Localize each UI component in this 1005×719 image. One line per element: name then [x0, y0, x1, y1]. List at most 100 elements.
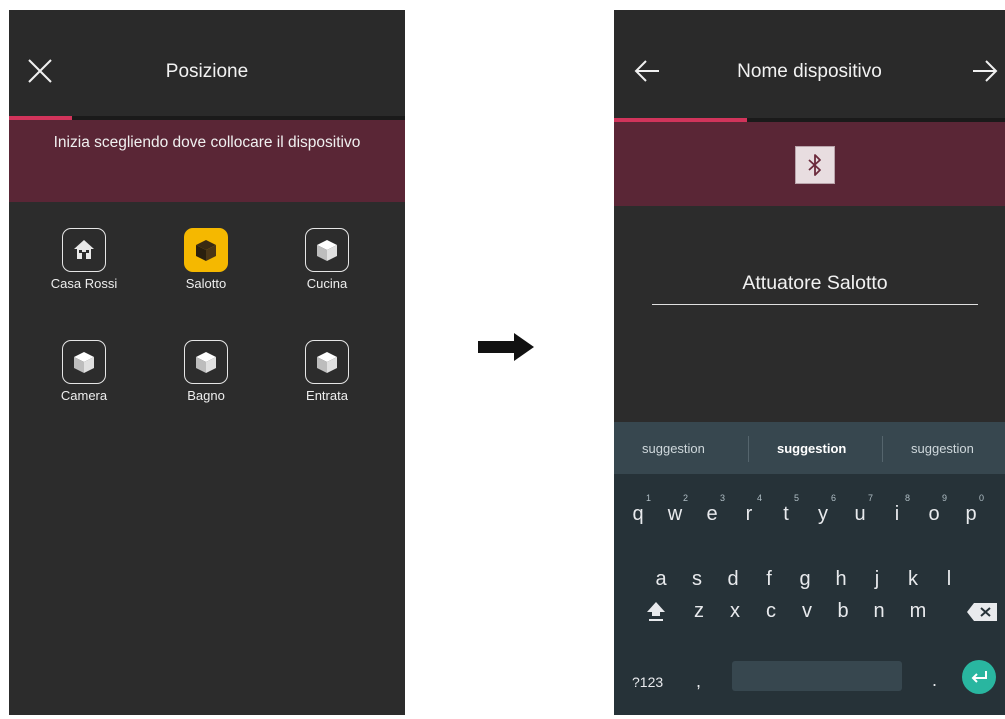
period-key[interactable]: . [932, 670, 937, 691]
enter-icon [971, 671, 987, 683]
room-label: Casa Rossi [50, 276, 118, 291]
key-g[interactable]: g [788, 568, 822, 591]
key-char: e [706, 503, 718, 525]
suggestion-bar: suggestion suggestion suggestion [614, 422, 1005, 474]
app-header: Posizione [9, 10, 405, 118]
suggestion-divider [748, 436, 749, 462]
key-b[interactable]: b [826, 600, 860, 623]
bluetooth-badge [795, 146, 835, 184]
key-v[interactable]: v [790, 600, 824, 623]
key-char: w [667, 503, 683, 525]
key-n[interactable]: n [862, 600, 896, 623]
room-label: Cucina [306, 276, 348, 291]
key-hint: 4 [756, 493, 762, 503]
key-char: p [965, 503, 977, 525]
key-char: y [818, 503, 828, 525]
key-char: q [632, 503, 644, 525]
device-banner [614, 122, 1005, 206]
key-char: i [894, 503, 900, 525]
key-char: t [783, 503, 789, 525]
instruction-text: Inizia scegliendo dove collocare il disp… [53, 134, 361, 151]
key-hint: 1 [645, 493, 651, 503]
input-underline [652, 304, 978, 305]
key-char: o [928, 503, 940, 525]
key-hint: 6 [830, 493, 836, 503]
backspace-icon[interactable] [966, 602, 998, 622]
suggestion-center[interactable]: suggestion [777, 441, 846, 456]
key-y[interactable]: 6y [806, 493, 840, 526]
suggestion-divider [882, 436, 883, 462]
enter-key[interactable] [962, 660, 996, 694]
cube-icon [196, 352, 216, 373]
app-header: Nome dispositivo [614, 10, 1005, 118]
key-j[interactable]: j [860, 568, 894, 591]
key-a[interactable]: a [644, 568, 678, 591]
space-bar[interactable] [732, 661, 902, 691]
key-e[interactable]: 3e [695, 493, 729, 526]
key-s[interactable]: s [680, 568, 714, 591]
key-o[interactable]: 9o [917, 493, 951, 526]
key-char: u [854, 503, 866, 525]
key-t[interactable]: 5t [769, 493, 803, 526]
key-r[interactable]: 4r [732, 493, 766, 526]
room-entrata[interactable]: Entrata [272, 340, 382, 420]
page-title: Posizione [165, 61, 249, 82]
key-q[interactable]: 1q [621, 493, 655, 526]
room-tile[interactable] [62, 340, 106, 384]
symbols-key[interactable]: ?123 [632, 674, 663, 690]
room-tile-selected[interactable] [184, 228, 228, 272]
cube-icon [74, 352, 94, 373]
key-hint: 9 [941, 493, 947, 503]
key-p[interactable]: 0p [954, 493, 988, 526]
key-char: r [745, 503, 753, 525]
key-hint: 7 [867, 493, 873, 503]
key-m[interactable]: m [901, 600, 935, 623]
key-hint: 8 [904, 493, 910, 503]
key-hint: 3 [719, 493, 725, 503]
right-arrow-icon [478, 333, 534, 361]
cube-icon [196, 240, 216, 261]
key-u[interactable]: 7u [843, 493, 877, 526]
page-title: Nome dispositivo [737, 61, 882, 82]
house-icon [74, 240, 94, 259]
key-k[interactable]: k [896, 568, 930, 591]
key-hint: 5 [793, 493, 799, 503]
room-label: Salotto [185, 276, 227, 291]
key-hint: 0 [978, 493, 984, 503]
room-casa-rossi[interactable]: Casa Rossi [29, 228, 139, 308]
cube-icon [317, 352, 337, 373]
room-tile[interactable] [305, 228, 349, 272]
bluetooth-icon [808, 154, 821, 176]
cube-icon [317, 240, 337, 261]
room-tile[interactable] [184, 340, 228, 384]
room-tile[interactable] [305, 340, 349, 384]
key-l[interactable]: l [932, 568, 966, 591]
suggestion-left[interactable]: suggestion [642, 441, 705, 456]
key-h[interactable]: h [824, 568, 858, 591]
position-screen: Posizione Inizia scegliendo dove colloca… [9, 10, 405, 715]
key-f[interactable]: f [752, 568, 786, 591]
room-cucina[interactable]: Cucina [272, 228, 382, 308]
key-x[interactable]: x [718, 600, 752, 623]
suggestion-right[interactable]: suggestion [911, 441, 974, 456]
key-w[interactable]: 2w [658, 493, 692, 526]
room-bagno[interactable]: Bagno [151, 340, 261, 420]
room-tile[interactable] [62, 228, 106, 272]
room-camera[interactable]: Camera [29, 340, 139, 420]
room-label: Entrata [306, 388, 348, 403]
instruction-banner: Inizia scegliendo dove collocare il disp… [9, 120, 405, 202]
comma-key[interactable]: , [696, 671, 701, 692]
soft-keyboard: 1q 2w 3e 4r 5t 6y 7u 8i 9o 0p a s d f g … [614, 474, 1005, 715]
shift-icon[interactable] [646, 600, 666, 622]
key-hint: 2 [682, 493, 688, 503]
room-label: Bagno [187, 388, 225, 403]
device-name-screen: Nome dispositivo Attuatore Salotto sugge… [614, 10, 1005, 715]
room-label: Camera [60, 388, 108, 403]
key-d[interactable]: d [716, 568, 750, 591]
forward-arrow-icon[interactable] [972, 60, 998, 82]
room-salotto[interactable]: Salotto [151, 228, 261, 308]
key-c[interactable]: c [754, 600, 788, 623]
key-z[interactable]: z [682, 600, 716, 623]
device-name-input[interactable]: Attuatore Salotto [652, 272, 978, 295]
key-i[interactable]: 8i [880, 493, 914, 526]
